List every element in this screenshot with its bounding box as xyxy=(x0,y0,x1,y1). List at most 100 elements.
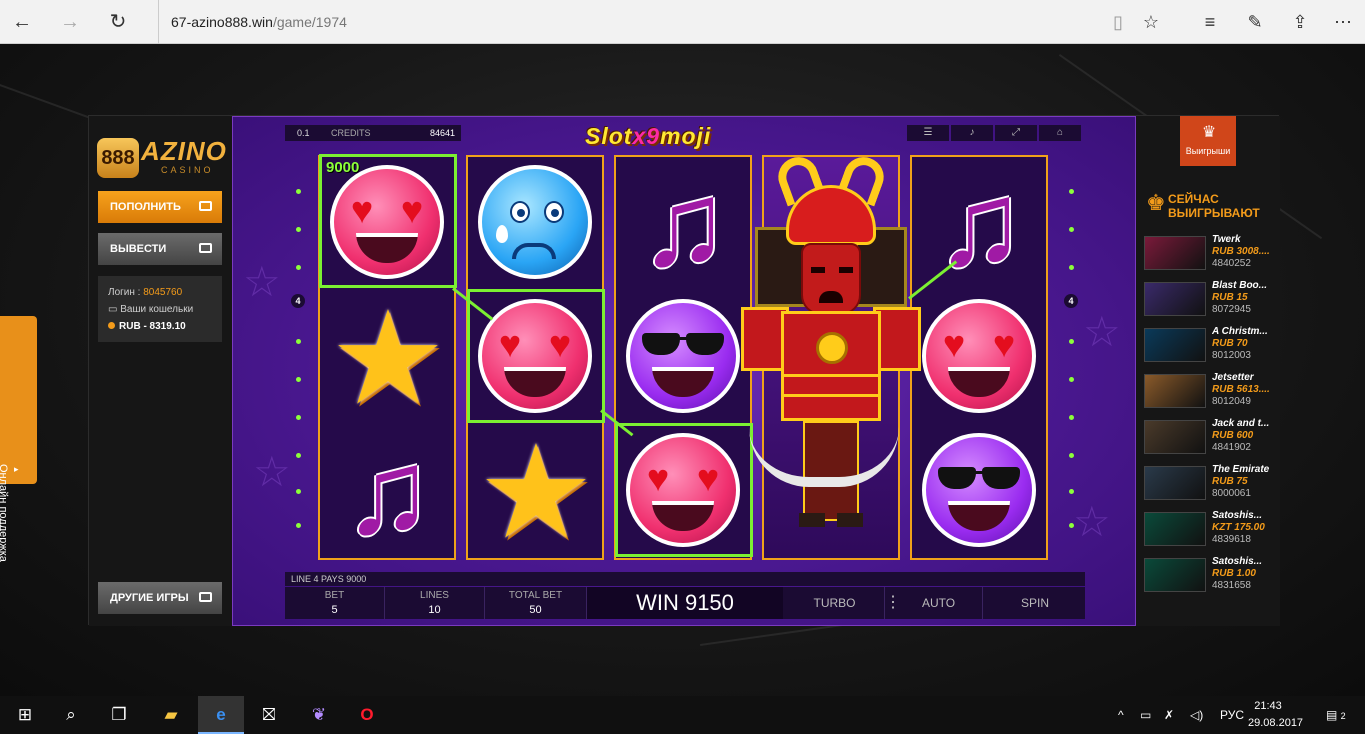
winner-user: 4841902 xyxy=(1212,442,1251,453)
notification-center-icon[interactable]: ▤ 2 xyxy=(1326,696,1346,734)
other-games-label: ДРУГИЕ ИГРЫ xyxy=(110,592,189,604)
winner-game: A Christm... xyxy=(1212,326,1268,337)
payline-marker xyxy=(1069,265,1074,270)
winner-item[interactable]: Satoshis... KZT 175.00 4839618 xyxy=(1144,510,1274,550)
winner-game: The Emirate xyxy=(1212,464,1270,475)
store-icon[interactable]: ⛝ xyxy=(246,696,292,734)
winner-game: Blast Boo... xyxy=(1212,280,1268,291)
katana xyxy=(749,427,899,487)
casino-frame: 888 AZINO CASINO ПОПОЛНИТЬ ВЫВЕСТИ Логин… xyxy=(88,115,1280,626)
game-thumbnail xyxy=(1144,420,1206,454)
bet-selector[interactable]: BET 5 xyxy=(285,587,385,619)
payline-marker xyxy=(1069,415,1074,420)
winner-item[interactable]: Blast Boo... RUB 15 8072945 xyxy=(1144,280,1274,320)
sunglasses xyxy=(642,333,724,355)
azino-logo[interactable]: 888 AZINO CASINO xyxy=(97,136,226,180)
winner-user: 8012049 xyxy=(1212,396,1251,407)
menu-icon[interactable]: ☰ xyxy=(907,125,949,141)
address-bar[interactable]: 67-azino888.win/game/1974 xyxy=(158,0,347,44)
reading-view-icon[interactable]: ▯ xyxy=(1104,8,1132,36)
symbol-music-note: ♫ xyxy=(616,157,750,291)
sunglasses-emoji-icon xyxy=(922,433,1036,547)
forward-icon[interactable]: → xyxy=(56,8,84,36)
home-icon[interactable]: ⌂ xyxy=(1039,125,1081,141)
payline-marker xyxy=(296,523,301,528)
armor-emblem xyxy=(816,332,848,364)
winner-item[interactable]: Jetsetter RUB 5613.... 8012049 xyxy=(1144,372,1274,412)
gamepad-icon xyxy=(199,592,212,602)
music-note-icon: ♫ xyxy=(935,157,1025,291)
game-thumbnail xyxy=(1144,282,1206,316)
show-hidden-icons-icon[interactable]: ^ xyxy=(1118,696,1124,734)
network-icon[interactable]: ✗ xyxy=(1164,696,1174,734)
volume-icon[interactable]: ◁) xyxy=(1190,696,1203,734)
payline-marker xyxy=(296,377,301,382)
background-star-icon: ☆ xyxy=(253,448,291,495)
refresh-icon[interactable]: ↻ xyxy=(104,8,132,36)
share-icon[interactable]: ⇪ xyxy=(1286,8,1314,36)
auto-button[interactable]: AUTO xyxy=(895,587,983,619)
opera-icon[interactable]: O xyxy=(344,696,390,734)
battery-icon[interactable]: ▭ xyxy=(1140,696,1151,734)
hub-icon[interactable]: ≡ xyxy=(1196,8,1224,36)
winning-symbol-box xyxy=(615,423,753,557)
url-path: /game/1974 xyxy=(272,14,347,30)
payline-marker xyxy=(296,489,301,494)
wallet-small-icon: ▭ xyxy=(108,304,121,315)
winner-item[interactable]: Twerk RUB 3008.... 4840252 xyxy=(1144,234,1274,274)
lines-selector[interactable]: LINES 10 xyxy=(385,587,485,619)
favorite-star-icon[interactable]: ☆ xyxy=(1137,8,1165,36)
symbol-purple-sunglasses xyxy=(912,425,1046,559)
windows-start-icon[interactable]: ⊞ xyxy=(2,696,48,734)
game-thumbnail xyxy=(1144,374,1206,408)
task-view-icon[interactable]: ❐ xyxy=(96,696,142,734)
winner-game: Jack and t... xyxy=(1212,418,1270,429)
payline-marker xyxy=(1069,523,1074,528)
symbol-star: ★ xyxy=(468,425,602,559)
lens xyxy=(938,467,976,489)
turbo-button[interactable]: TURBO xyxy=(785,587,885,619)
file-explorer-icon[interactable]: ▰ xyxy=(148,696,194,734)
winner-item[interactable]: The Emirate RUB 75 8000061 xyxy=(1144,464,1274,504)
back-icon[interactable]: ← xyxy=(8,8,36,36)
total-bet: TOTAL BET 50 xyxy=(485,587,587,619)
winners-tab[interactable]: ♛ Выигрыши xyxy=(1180,116,1236,166)
autoplay-options-icon[interactable]: ⋮ xyxy=(885,587,901,619)
winner-user: 8012003 xyxy=(1212,350,1251,361)
withdraw-button[interactable]: ВЫВЕСТИ xyxy=(98,233,222,265)
browser-toolbar: ← → ↻ 67-azino888.win/game/1974 ▯ ☆ ≡ ✎ … xyxy=(0,0,1365,44)
winning-symbol-box: 9000 xyxy=(319,154,457,288)
game-thumbnail xyxy=(1144,328,1206,362)
heading-line2: ВЫИГРЫВАЮТ xyxy=(1168,206,1260,220)
symbol-pink-heart-eyes: ♥ ♥ xyxy=(912,291,1046,425)
sound-icon[interactable]: ♪ xyxy=(951,125,993,141)
language-indicator[interactable]: РУС xyxy=(1220,696,1244,734)
other-games-button[interactable]: ДРУГИЕ ИГРЫ xyxy=(98,582,222,614)
fullscreen-icon[interactable]: ⤢ xyxy=(995,125,1037,141)
winner-game: Jetsetter xyxy=(1212,372,1254,383)
winner-item[interactable]: Satoshis... RUB 1.00 4831658 xyxy=(1144,556,1274,596)
feather-app-icon[interactable]: ❦ xyxy=(296,696,342,734)
background-star-icon: ☆ xyxy=(243,258,281,305)
total-bet-label: TOTAL BET xyxy=(508,590,563,601)
online-support-tab[interactable]: Онлайн поддержка ▸ xyxy=(0,316,37,562)
credits-label: CREDITS xyxy=(331,128,371,138)
game-controls: ☰ ♪ ⤢ ⌂ xyxy=(907,125,1081,141)
coin-icon xyxy=(108,322,115,329)
reel-5: ♫ ♥ ♥ xyxy=(910,155,1048,560)
winner-item[interactable]: A Christm... RUB 70 8012003 xyxy=(1144,326,1274,366)
winner-item[interactable]: Jack and t... RUB 600 4841902 xyxy=(1144,418,1274,458)
tear-icon xyxy=(496,225,508,243)
more-icon[interactable]: ⋯ xyxy=(1329,8,1357,36)
spin-button[interactable]: SPIN xyxy=(985,587,1085,619)
search-icon[interactable]: ⌕ xyxy=(48,696,94,734)
payline-marker xyxy=(296,339,301,344)
deposit-button[interactable]: ПОПОЛНИТЬ xyxy=(98,191,222,223)
edge-browser-icon[interactable]: e xyxy=(198,696,244,734)
clock[interactable]: 21:43 29.08.2017 xyxy=(1248,698,1303,732)
web-note-icon[interactable]: ✎ xyxy=(1241,8,1269,36)
armor-stripe xyxy=(784,394,878,397)
wallets-link[interactable]: ▭ Ваши кошельки xyxy=(108,301,212,318)
url-host: 67-azino888.win xyxy=(171,14,273,30)
winner-amount: RUB 5613.... xyxy=(1212,384,1270,395)
